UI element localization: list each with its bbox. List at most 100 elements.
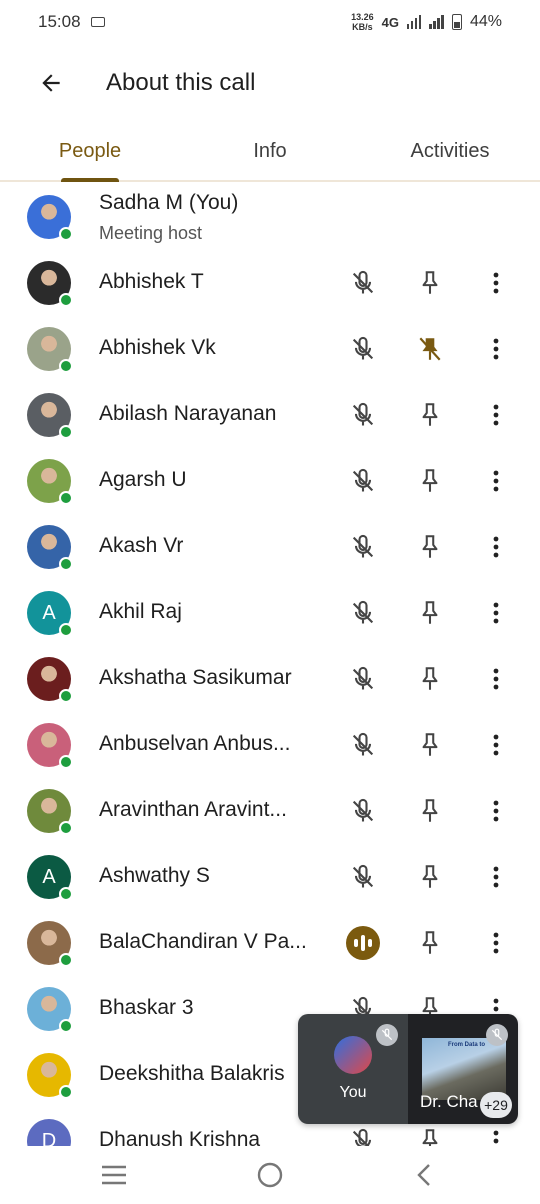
pin-button[interactable]: [410, 395, 450, 435]
pin-button[interactable]: [410, 1121, 450, 1146]
avatar: [27, 789, 73, 835]
avatar: [27, 525, 73, 571]
signal-icon-2: [429, 15, 444, 29]
mic-off-icon: [343, 659, 383, 699]
participant-row[interactable]: A Akhil Raj: [0, 580, 540, 646]
more-options-button[interactable]: [476, 923, 516, 963]
more-options-button[interactable]: [476, 527, 516, 567]
home-button[interactable]: [246, 1151, 294, 1199]
avatar: [27, 459, 73, 505]
avatar: D: [27, 1119, 71, 1146]
mic-off-icon: [343, 395, 383, 435]
mic-off-icon: [343, 1121, 383, 1146]
pin-button[interactable]: [410, 527, 450, 567]
participant-name: Dhanush Krishna: [99, 1128, 261, 1146]
participant-name: Agarsh U: [99, 468, 187, 491]
pin-button[interactable]: [410, 659, 450, 699]
avatar-image: D: [27, 1119, 71, 1146]
mic-off-icon: [343, 725, 383, 765]
more-options-button[interactable]: [476, 329, 516, 369]
mic-off-icon: [343, 791, 383, 831]
pin-button[interactable]: [410, 593, 450, 633]
participant-row[interactable]: BalaChandiran V Pa...: [0, 910, 540, 976]
people-list[interactable]: Meeting host Sadha M (You) Abhishek T Abhis…: [0, 184, 540, 1146]
network-speed-unit: KB/s: [352, 22, 373, 32]
tab-people[interactable]: People: [40, 122, 140, 180]
pip-self-tile[interactable]: You: [298, 1014, 408, 1124]
more-options-button[interactable]: [476, 1121, 516, 1146]
battery-percent: 44%: [469, 13, 502, 30]
mic-off-icon: [343, 461, 383, 501]
call-pip[interactable]: You From Data to Dr. Cha +29: [298, 1014, 518, 1124]
more-options-button[interactable]: [476, 263, 516, 303]
more-options-button[interactable]: [476, 725, 516, 765]
avatar: [27, 327, 73, 373]
status-bar: 15:08 13.26 KB/s 4G 44%: [0, 0, 540, 44]
tab-activities[interactable]: Activities: [395, 122, 505, 180]
unpin-button[interactable]: [410, 329, 450, 369]
online-status-dot: [59, 425, 73, 439]
more-options-button[interactable]: [476, 461, 516, 501]
participant-row[interactable]: Akash Vr: [0, 514, 540, 580]
online-status-dot: [59, 227, 73, 241]
online-status-dot: [59, 887, 73, 901]
online-status-dot: [59, 1085, 73, 1099]
avatar: [27, 987, 73, 1033]
recents-button[interactable]: [90, 1151, 138, 1199]
pip-more-count: +29: [480, 1092, 512, 1118]
participant-row[interactable]: Aravinthan Aravint...: [0, 778, 540, 844]
back-nav-button[interactable]: [400, 1151, 448, 1199]
network-speed-value: 13.26: [351, 12, 374, 22]
pip-other-tile[interactable]: From Data to Dr. Cha +29: [408, 1014, 518, 1124]
pip-other-label: Dr. Cha: [420, 1092, 478, 1111]
participant-row[interactable]: A Ashwathy S: [0, 844, 540, 910]
more-options-button[interactable]: [476, 857, 516, 897]
avatar: [27, 393, 73, 439]
pin-button[interactable]: [410, 263, 450, 303]
more-options-button[interactable]: [476, 593, 516, 633]
page-title: About this call: [106, 69, 256, 96]
participant-row[interactable]: Abilash Narayanan: [0, 382, 540, 448]
participant-row[interactable]: Meeting host Sadha M (You): [0, 184, 540, 250]
pin-button[interactable]: [410, 791, 450, 831]
online-status-dot: [59, 755, 73, 769]
participant-name: Aravinthan Aravint...: [99, 798, 287, 821]
pin-button[interactable]: [410, 923, 450, 963]
participant-row[interactable]: Abhishek T: [0, 250, 540, 316]
mic-off-icon: [343, 593, 383, 633]
online-status-dot: [59, 821, 73, 835]
online-status-dot: [59, 359, 73, 373]
pip-thumbnail-title: From Data to: [448, 1042, 486, 1048]
mic-off-icon: [486, 1024, 508, 1046]
avatar: [27, 1053, 73, 1099]
status-time: 15:08: [38, 12, 81, 31]
participant-name: Akhil Raj: [99, 600, 182, 623]
participant-role: Meeting host: [99, 223, 203, 243]
participant-row[interactable]: Anbuselvan Anbus...: [0, 712, 540, 778]
speaking-indicator-icon: [343, 923, 383, 963]
participant-row[interactable]: Akshatha Sasikumar: [0, 646, 540, 712]
pin-button[interactable]: [410, 857, 450, 897]
pin-button[interactable]: [410, 725, 450, 765]
participant-name: BalaChandiran V Pa...: [99, 930, 307, 953]
back-button[interactable]: [26, 58, 76, 108]
pin-button[interactable]: [410, 461, 450, 501]
menu-icon: [102, 1165, 126, 1185]
avatar: [27, 261, 73, 307]
participant-row[interactable]: Agarsh U: [0, 448, 540, 514]
more-options-button[interactable]: [476, 791, 516, 831]
participant-row[interactable]: Abhishek Vk: [0, 316, 540, 382]
pip-self-avatar: [334, 1036, 372, 1074]
arrow-back-icon: [42, 74, 60, 92]
participant-name: Abhishek T: [99, 270, 204, 293]
participant-name: Abilash Narayanan: [99, 402, 277, 425]
more-options-button[interactable]: [476, 659, 516, 699]
participant-name: Ashwathy S: [99, 864, 210, 887]
signal-icon: [406, 15, 422, 29]
avatar: A: [27, 591, 73, 637]
network-speed: 13.26 KB/s: [351, 12, 374, 32]
mic-off-icon: [343, 527, 383, 567]
more-options-button[interactable]: [476, 395, 516, 435]
online-status-dot: [59, 689, 73, 703]
tab-info[interactable]: Info: [230, 122, 310, 180]
